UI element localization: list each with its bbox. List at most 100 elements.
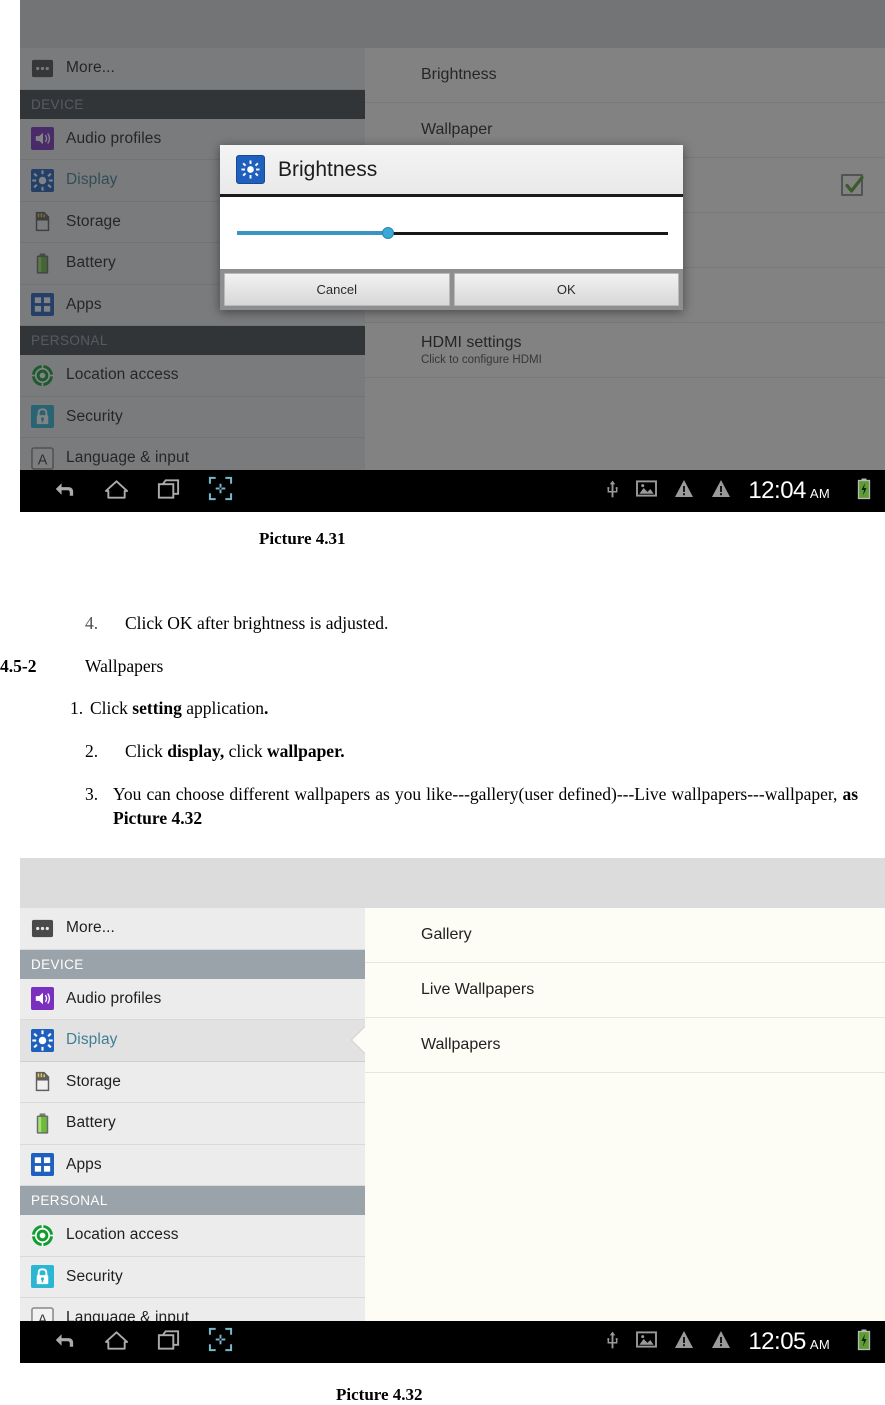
battery-charging-icon: [857, 478, 871, 505]
sidebar-item-label: Apps: [66, 1155, 102, 1173]
lock-icon: [31, 1265, 54, 1289]
sidebar-item-apps[interactable]: Apps: [20, 1145, 365, 1186]
list-item-1-bold: setting: [132, 698, 182, 718]
settings-row-hdmi-settings[interactable]: HDMI settings Click to configure HDMI: [365, 323, 885, 378]
list-item-3: 3. You can choose different wallpapers as…: [85, 783, 865, 830]
apps-grid-icon: [31, 1153, 54, 1177]
sidebar-item-security[interactable]: Security: [20, 397, 365, 438]
sidebar-item-language-input[interactable]: A Language & input: [20, 1298, 365, 1321]
back-icon[interactable]: [50, 478, 77, 505]
sidebar-item-location-access[interactable]: Location access: [20, 1215, 365, 1257]
figure-caption-432: Picture 4.32: [336, 1385, 423, 1404]
sidebar-group-header: PERSONAL: [20, 326, 365, 355]
list-item-2-bold-wallpaper: wallpaper.: [266, 741, 345, 761]
wallpaper-source-live-wallpapers[interactable]: Live Wallpapers: [365, 963, 885, 1018]
screenshot-icon[interactable]: [208, 476, 233, 506]
sidebar-item-battery[interactable]: Battery: [20, 1103, 365, 1145]
list-item-2-bold-display: display,: [167, 741, 225, 761]
sidebar-item-label: Location access: [66, 1226, 179, 1244]
warning-icon: [674, 1330, 694, 1354]
sidebar-group-label: DEVICE: [31, 956, 84, 972]
sidebar-group-label: PERSONAL: [31, 333, 108, 348]
ok-button[interactable]: OK: [453, 273, 679, 306]
recents-icon[interactable]: [156, 478, 181, 505]
sidebar-item-label: Apps: [66, 295, 102, 313]
settings-row-checkbox[interactable]: [841, 174, 864, 196]
settings-row-title: HDMI settings: [421, 334, 522, 351]
sidebar-item-audio-profiles[interactable]: Audio profiles: [20, 979, 365, 1020]
sidebar-item-label: Audio profiles: [66, 989, 162, 1007]
screenshot-icon[interactable]: [208, 1327, 233, 1357]
recents-icon[interactable]: [156, 1329, 181, 1356]
wallpaper-source-label: Live Wallpapers: [421, 981, 535, 998]
location-target-icon: [31, 364, 54, 387]
list-item-1-text-a: Click: [90, 698, 133, 718]
cancel-button[interactable]: Cancel: [224, 273, 450, 306]
settings-row-brightness[interactable]: Brightness: [365, 48, 885, 103]
android-navigation-bar[interactable]: 12:04 AM: [20, 470, 885, 512]
sidebar-item-label: More...: [66, 919, 115, 937]
brightness-slider[interactable]: [237, 226, 668, 240]
manual-page: More... DEVICE Audio profiles Display Storag…: [0, 0, 885, 1405]
figure-caption-431: Picture 4.31: [259, 529, 346, 548]
sidebar-item-security[interactable]: Security: [20, 1257, 365, 1298]
selected-item-pointer-icon: [352, 1026, 365, 1055]
android-navigation-bar[interactable]: 12:05 AM: [20, 1321, 885, 1363]
sidebar-item-label: Audio profiles: [66, 129, 162, 147]
sidebar-group-label: DEVICE: [31, 96, 84, 112]
sdcard-icon: [31, 1070, 54, 1093]
sidebar-item-location-access[interactable]: Location access: [20, 355, 365, 397]
app-top-bar: [20, 0, 885, 48]
sidebar-item-label: Location access: [66, 366, 179, 384]
clock-ampm: AM: [809, 1337, 830, 1352]
letter-a-icon: A: [31, 1306, 54, 1321]
battery-icon: [31, 1112, 54, 1135]
sidebar-item-display[interactable]: Display: [20, 1020, 365, 1062]
wallpaper-source-gallery[interactable]: Gallery: [365, 908, 885, 963]
dialog-body: [220, 197, 683, 269]
clock-time: 12:04: [748, 477, 806, 504]
letter-a-icon: A: [31, 446, 54, 470]
sidebar-item-label: Display: [66, 1031, 118, 1049]
sidebar-item-more[interactable]: More...: [20, 908, 365, 950]
sidebar-group-header: DEVICE: [20, 89, 365, 119]
section-title: Wallpapers: [85, 656, 164, 676]
svg-text:A: A: [38, 452, 48, 468]
warning-icon: [711, 1330, 731, 1354]
wallpaper-source-list[interactable]: Gallery Live Wallpapers Wallpapers: [365, 908, 885, 1321]
app-top-bar: [20, 858, 885, 908]
back-icon[interactable]: [50, 1329, 77, 1356]
home-icon[interactable]: [104, 478, 129, 505]
sidebar-item-language-input[interactable]: A Language & input: [20, 438, 365, 470]
step-4-line: 4. Click OK after brightness is adjusted.: [85, 612, 785, 636]
list-item-3-text-a: You can choose different wallpapers as y…: [113, 784, 843, 804]
dialog-buttons: Cancel OK: [220, 269, 683, 310]
dialog-header: Brightness: [220, 145, 683, 197]
sidebar-item-label: Storage: [66, 212, 121, 230]
wallpaper-source-wallpapers[interactable]: Wallpapers: [365, 1018, 885, 1073]
usb-icon: [606, 1329, 619, 1356]
sidebar-item-label: More...: [66, 59, 115, 77]
sidebar-group-header: DEVICE: [20, 949, 365, 979]
clock-ampm: AM: [809, 486, 830, 501]
list-item-2-text-c: click: [224, 741, 267, 761]
settings-sidebar[interactable]: More... DEVICE Audio profiles Display Storag…: [20, 908, 365, 1321]
speaker-icon: [31, 987, 54, 1011]
sidebar-item-label: Security: [66, 407, 123, 425]
brightness-dialog[interactable]: Brightness Cancel OK: [220, 145, 683, 310]
sidebar-item-label: Battery: [66, 1114, 116, 1132]
home-icon[interactable]: [104, 1329, 129, 1356]
wallpaper-source-label: Gallery: [421, 926, 472, 943]
apps-grid-icon: [31, 293, 54, 317]
sidebar-item-label: Battery: [66, 254, 116, 272]
slider-thumb[interactable]: [381, 227, 394, 239]
sidebar-item-more[interactable]: More...: [20, 48, 365, 90]
sidebar-item-label: Storage: [66, 1072, 121, 1090]
sidebar-item-storage[interactable]: Storage: [20, 1062, 365, 1103]
usb-icon: [606, 478, 619, 505]
list-item-1-text-c: application: [181, 698, 265, 718]
svg-text:A: A: [38, 1312, 48, 1321]
settings-row-subtitle: Click to configure HDMI: [421, 354, 542, 366]
dialog-title: Brightness: [278, 157, 378, 181]
clock-time: 12:05: [748, 1328, 806, 1355]
